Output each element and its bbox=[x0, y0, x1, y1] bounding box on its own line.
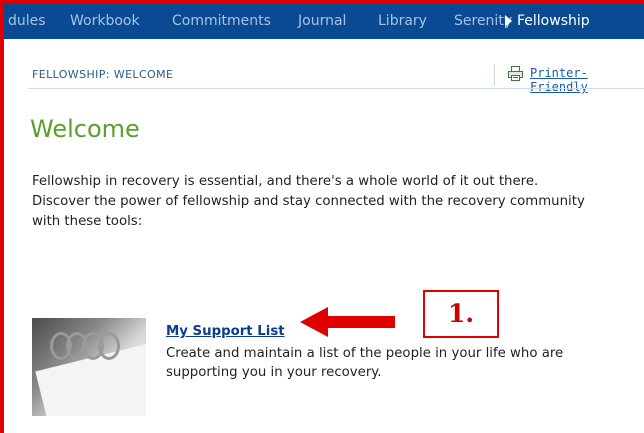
active-caret-icon bbox=[505, 15, 512, 27]
printer-icon[interactable] bbox=[508, 66, 523, 81]
support-list-thumbnail[interactable] bbox=[32, 318, 146, 416]
ring-graphic bbox=[98, 332, 120, 360]
annotation-number: 1. bbox=[447, 299, 475, 328]
description-line: supporting you in your recovery. bbox=[166, 365, 382, 380]
my-support-list-link[interactable]: My Support List bbox=[166, 324, 285, 339]
printer-friendly-link[interactable]: Printer-Friendly bbox=[530, 66, 644, 94]
intro-line: Fellowship in recovery is essential, and… bbox=[32, 174, 539, 189]
support-list-description: Create and maintain a list of the people… bbox=[166, 344, 636, 382]
intro-line: with these tools: bbox=[32, 214, 143, 229]
nav-item-serenity[interactable]: Serenity bbox=[454, 13, 512, 29]
description-line: Create and maintain a list of the people… bbox=[166, 346, 564, 361]
nav-item-commitments[interactable]: Commitments bbox=[172, 13, 271, 29]
toolbar-divider bbox=[494, 64, 495, 86]
annotation-frame-left bbox=[0, 0, 4, 433]
header-divider bbox=[28, 88, 644, 89]
nav-item-library[interactable]: Library bbox=[378, 13, 427, 29]
annotation-arrow-icon bbox=[300, 307, 395, 337]
breadcrumb: FELLOWSHIP: WELCOME bbox=[32, 68, 174, 81]
annotation-callout: 1. bbox=[423, 290, 499, 338]
top-navigation-bar: dules Workbook Commitments Journal Libra… bbox=[4, 3, 644, 39]
intro-line: Discover the power of fellowship and sta… bbox=[32, 194, 585, 209]
nav-item-workbook[interactable]: Workbook bbox=[70, 13, 140, 29]
nav-item-modules[interactable]: dules bbox=[8, 13, 46, 29]
nav-item-journal[interactable]: Journal bbox=[298, 13, 346, 29]
intro-text: Fellowship in recovery is essential, and… bbox=[32, 172, 644, 232]
nav-item-fellowship[interactable]: Fellowship bbox=[517, 13, 590, 29]
page-title: Welcome bbox=[30, 115, 140, 143]
